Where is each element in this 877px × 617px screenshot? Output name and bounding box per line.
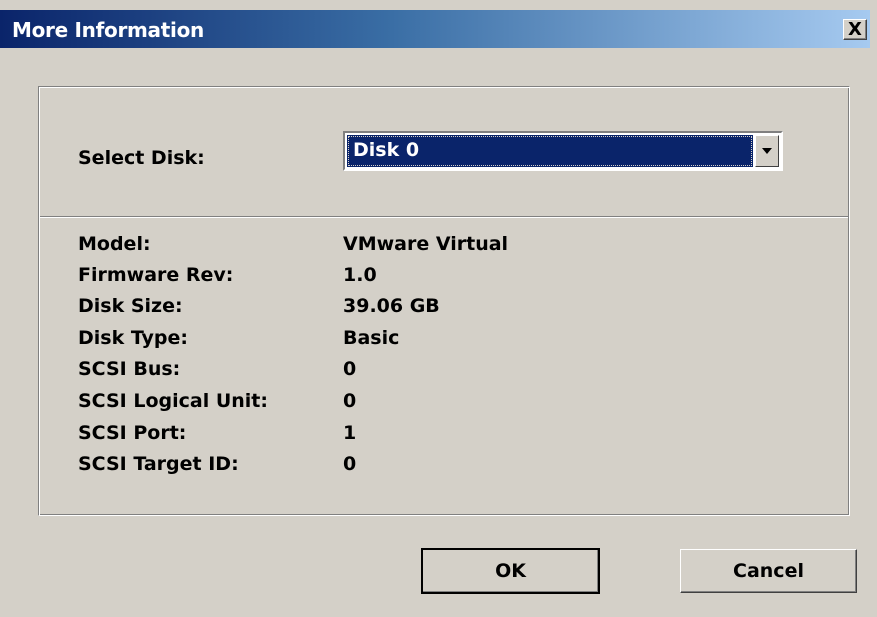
scsi-port-value: 1: [343, 422, 357, 444]
select-disk-dropdown[interactable]: Disk 0: [343, 131, 783, 171]
cancel-button[interactable]: Cancel: [680, 549, 857, 593]
scsi-target-id-label: SCSI Target ID:: [78, 453, 239, 475]
ok-button[interactable]: OK: [421, 548, 600, 594]
title-bar[interactable]: More Information: [0, 10, 870, 48]
firmware-rev-label: Firmware Rev:: [78, 264, 234, 286]
scsi-bus-label: SCSI Bus:: [78, 358, 181, 380]
select-disk-label: Select Disk:: [78, 147, 205, 169]
group-divider: [40, 216, 848, 218]
select-disk-value: Disk 0: [347, 135, 753, 167]
scsi-target-id-value: 0: [343, 453, 357, 475]
disk-size-label: Disk Size:: [78, 295, 183, 317]
disk-type-value: Basic: [343, 327, 400, 349]
scsi-bus-value: 0: [343, 358, 357, 380]
scsi-logical-unit-value: 0: [343, 390, 357, 412]
model-value: VMware Virtual: [343, 233, 509, 255]
disk-type-label: Disk Type:: [78, 327, 189, 349]
window-title: More Information: [12, 18, 204, 42]
firmware-rev-value: 1.0: [343, 264, 377, 286]
close-button[interactable]: X: [843, 19, 867, 40]
scsi-logical-unit-label: SCSI Logical Unit:: [78, 390, 268, 412]
close-icon: X: [848, 19, 862, 40]
chevron-down-icon[interactable]: [755, 135, 779, 167]
scsi-port-label: SCSI Port:: [78, 422, 187, 444]
model-label: Model:: [78, 233, 151, 255]
disk-size-value: 39.06 GB: [343, 295, 440, 317]
